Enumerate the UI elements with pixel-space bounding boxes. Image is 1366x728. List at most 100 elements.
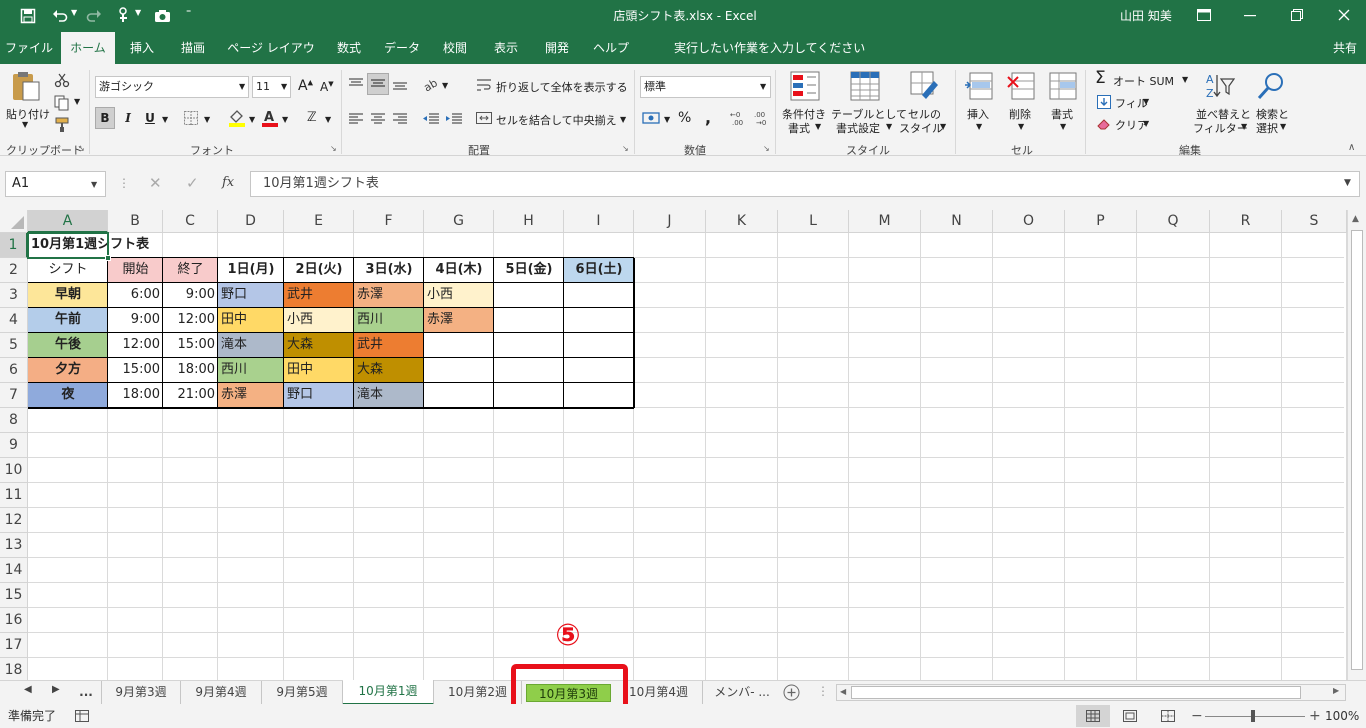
confirm-entry-icon[interactable]: ✓ [186,174,199,192]
font-launcher-icon[interactable]: ↘ [330,144,337,153]
underline-button[interactable]: U [140,107,160,129]
fill-color-dropdown-icon[interactable]: ▼ [249,115,255,124]
zoom-slider-thumb[interactable] [1251,710,1255,722]
qat-customize-icon[interactable]: ⁼ [186,8,191,19]
font-name-dropdown-icon[interactable]: ▼ [239,82,245,91]
staff-cell[interactable] [494,333,564,358]
column-header-j[interactable]: J [634,210,706,233]
phonetic-dropdown-icon[interactable]: ▼ [325,115,331,124]
time-cell[interactable]: 12:00 [108,333,163,358]
insert-cells-button[interactable]: 挿入 [967,106,989,122]
time-cell[interactable]: 9:00 [108,308,163,333]
column-header-a[interactable]: A [28,210,108,233]
staff-cell[interactable]: 小西 [424,283,494,308]
column-header-h[interactable]: H [494,210,564,233]
staff-cell[interactable]: 武井 [284,283,354,308]
autosum-icon[interactable]: Σ [1095,68,1106,88]
time-cell[interactable]: 15:00 [163,333,218,358]
select-all-corner[interactable] [0,210,28,233]
tab-developer[interactable]: 開発 [533,32,581,64]
find-select-icon[interactable] [1256,71,1286,101]
vertical-scroll-thumb[interactable] [1351,230,1363,670]
vertical-scrollbar[interactable]: ▲ [1347,210,1366,680]
sort-filter-icon[interactable]: AZ [1205,71,1235,101]
time-cell[interactable]: 12:00 [163,308,218,333]
row-header-9[interactable]: 9 [0,433,28,458]
tab-help[interactable]: ヘルプ [585,32,637,64]
number-launcher-icon[interactable]: ↘ [763,144,770,153]
orientation-dropdown-icon[interactable]: ▼ [442,81,448,90]
row-header-1[interactable]: 1 [0,233,28,258]
zoom-slider[interactable] [1205,716,1305,717]
column-header-k[interactable]: K [706,210,778,233]
tell-me-input[interactable]: 実行したい作業を入力してください [674,32,865,64]
header-cell[interactable]: 4日(木) [424,258,494,283]
eraser-icon[interactable] [1097,117,1111,131]
column-header-i[interactable]: I [564,210,634,233]
header-cell[interactable]: 終了 [163,258,218,283]
header-cell[interactable]: シフト [28,258,108,283]
tab-draw[interactable]: 描画 [168,32,218,64]
row-header-15[interactable]: 15 [0,583,28,608]
italic-button[interactable]: I [118,107,138,129]
format-cells-icon[interactable] [1048,71,1078,101]
decrease-decimal-icon[interactable]: .00→0 [754,110,772,126]
save-icon[interactable] [20,8,36,24]
staff-cell[interactable]: 武井 [354,333,424,358]
shift-name-cell[interactable]: 夕方 [28,358,108,383]
staff-cell[interactable] [564,383,634,408]
tab-split-grip-icon[interactable]: ⋮ [817,684,829,698]
formula-input[interactable]: 10月第1週シフト表 [250,171,1360,197]
sheet-tab[interactable]: 9月第4週 [181,681,262,705]
tab-formulas[interactable]: 数式 [325,32,373,64]
staff-cell[interactable]: 田中 [218,308,284,333]
font-color-icon[interactable]: A [262,109,278,127]
merge-center-button[interactable]: セルを結合して中央揃え [496,112,617,128]
add-sheet-icon[interactable] [783,684,800,701]
undo-icon[interactable] [52,8,68,24]
copy-icon[interactable] [54,95,70,111]
align-left-icon[interactable] [348,112,364,126]
tab-insert[interactable]: 挿入 [118,32,166,64]
share-button[interactable]: 共有 [1333,32,1357,64]
ribbon-display-options-icon[interactable] [1197,9,1211,21]
sheet-tab[interactable]: 10月第2週 [434,681,522,705]
redo-icon[interactable] [86,8,102,24]
delete-cells-button[interactable]: 削除 [1009,106,1031,122]
zoom-in-icon[interactable]: + [1309,704,1321,728]
clear-dropdown-icon[interactable]: ▼ [1143,119,1149,128]
shift-name-cell[interactable]: 午前 [28,308,108,333]
shift-name-cell[interactable]: 午後 [28,333,108,358]
time-cell[interactable]: 15:00 [108,358,163,383]
percent-button[interactable]: % [678,110,691,126]
tab-review[interactable]: 校閲 [431,32,479,64]
header-cell[interactable]: 2日(火) [284,258,354,283]
staff-cell[interactable] [494,283,564,308]
conditional-formatting-icon[interactable] [790,71,820,101]
column-header-c[interactable]: C [163,210,218,233]
row-header-18[interactable]: 18 [0,658,28,680]
merge-center-icon[interactable] [476,110,492,126]
staff-cell[interactable]: 大森 [354,358,424,383]
borders-dropdown-icon[interactable]: ▼ [204,115,210,124]
expand-formula-bar-icon[interactable]: ▼ [1344,178,1351,188]
paste-dropdown-icon[interactable]: ▼ [22,120,28,129]
header-cell[interactable]: 3日(水) [354,258,424,283]
align-center-icon[interactable] [370,112,386,126]
macro-record-icon[interactable] [75,710,89,722]
staff-cell[interactable]: 野口 [218,283,284,308]
autosum-button[interactable]: オート SUM [1113,73,1174,89]
fill-icon[interactable] [1097,95,1111,109]
staff-cell[interactable] [564,358,634,383]
sheet-title-cell[interactable]: 10月第1週シフト表 [28,233,218,258]
conditional-dropdown-icon[interactable]: ▼ [815,122,821,131]
staff-cell[interactable]: 野口 [284,383,354,408]
clipboard-launcher-icon[interactable]: ↘ [78,144,85,153]
paste-icon[interactable] [10,70,42,102]
copy-dropdown-icon[interactable]: ▼ [74,97,80,106]
format-dropdown-icon[interactable]: ▼ [1060,122,1066,131]
header-cell[interactable]: 5日(金) [494,258,564,283]
sheet-tab-active[interactable]: 10月第1週 [343,680,434,705]
column-header-f[interactable]: F [354,210,424,233]
row-header-14[interactable]: 14 [0,558,28,583]
